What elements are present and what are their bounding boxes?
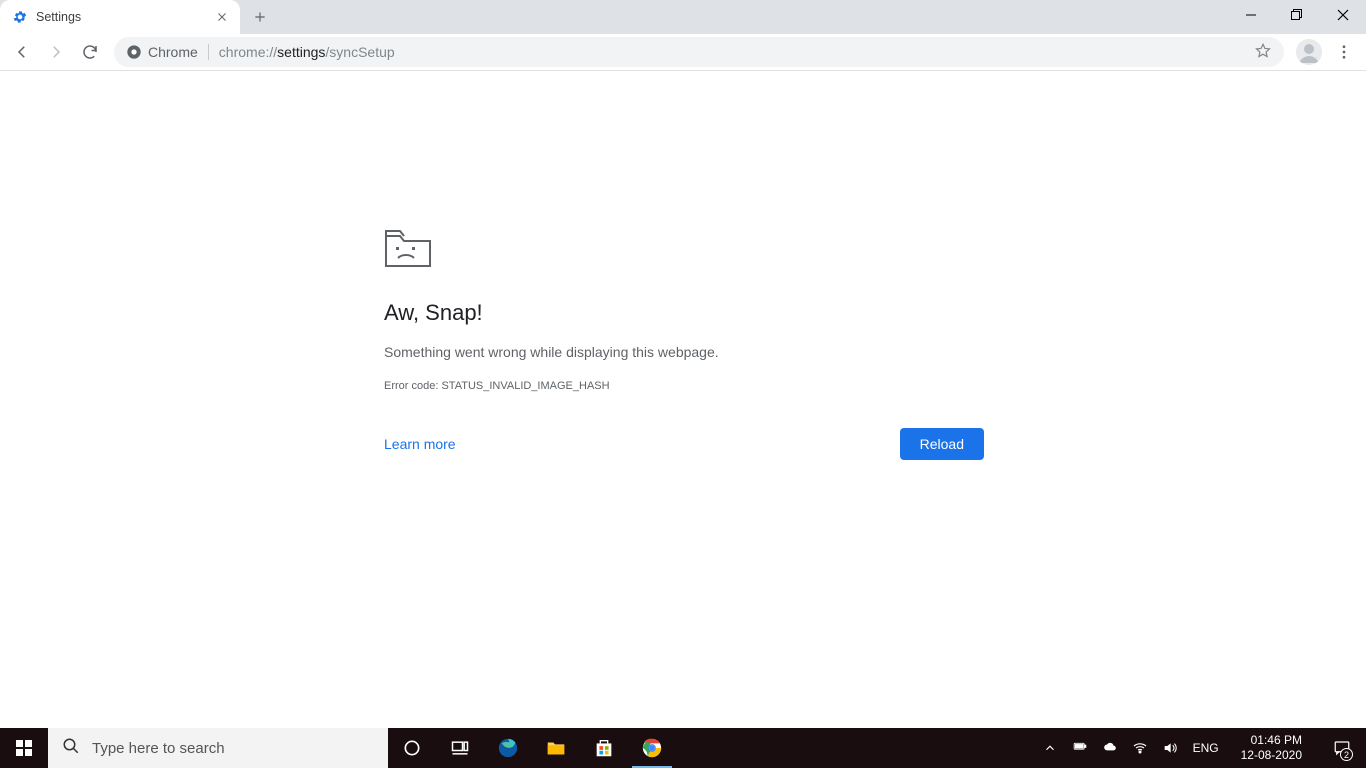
- close-icon[interactable]: [214, 9, 230, 25]
- search-icon: [62, 737, 80, 759]
- error-title: Aw, Snap!: [384, 300, 984, 326]
- page-content: Aw, Snap! Something went wrong while dis…: [0, 71, 1366, 728]
- volume-icon[interactable]: [1161, 739, 1179, 757]
- minimize-button[interactable]: [1228, 0, 1274, 30]
- battery-icon[interactable]: [1071, 739, 1089, 757]
- windows-taskbar: Type here to search: [0, 728, 1366, 768]
- close-window-button[interactable]: [1320, 0, 1366, 30]
- omnibox-separator: [208, 44, 209, 60]
- browser-toolbar: Chrome chrome://settings/syncSetup: [0, 34, 1366, 71]
- new-tab-button[interactable]: [246, 3, 274, 31]
- clock-time: 01:46 PM: [1241, 733, 1302, 748]
- forward-button[interactable]: [40, 36, 72, 68]
- sad-folder-icon: [384, 228, 432, 268]
- language-indicator[interactable]: ENG: [1191, 741, 1221, 755]
- error-message: Something went wrong while displaying th…: [384, 344, 984, 360]
- action-center-icon[interactable]: 2: [1322, 728, 1362, 768]
- reload-page-button[interactable]: Reload: [900, 428, 984, 460]
- profile-avatar[interactable]: [1296, 39, 1322, 65]
- taskbar-search[interactable]: Type here to search: [48, 728, 388, 768]
- window-controls: [1228, 0, 1366, 34]
- learn-more-link[interactable]: Learn more: [384, 436, 456, 452]
- reload-button[interactable]: [74, 36, 106, 68]
- back-button[interactable]: [6, 36, 38, 68]
- microsoft-store-icon[interactable]: [580, 728, 628, 768]
- maximize-button[interactable]: [1274, 0, 1320, 30]
- error-actions: Learn more Reload: [384, 428, 984, 460]
- file-explorer-icon[interactable]: [532, 728, 580, 768]
- wifi-icon[interactable]: [1131, 739, 1149, 757]
- onedrive-icon[interactable]: [1101, 739, 1119, 757]
- gear-icon: [12, 9, 28, 25]
- url-text: chrome://settings/syncSetup: [219, 44, 395, 60]
- address-bar[interactable]: Chrome chrome://settings/syncSetup: [114, 37, 1284, 67]
- chrome-app-icon[interactable]: [628, 728, 676, 768]
- kebab-menu-icon[interactable]: [1328, 36, 1360, 68]
- edge-icon[interactable]: [484, 728, 532, 768]
- browser-titlebar: Settings: [0, 0, 1366, 34]
- bookmark-star-icon[interactable]: [1254, 42, 1272, 63]
- clock[interactable]: 01:46 PM 12-08-2020: [1233, 733, 1310, 763]
- cortana-icon[interactable]: [388, 728, 436, 768]
- browser-tab-active[interactable]: Settings: [0, 0, 240, 34]
- task-view-icon[interactable]: [436, 728, 484, 768]
- site-chip: Chrome: [126, 44, 208, 60]
- chrome-icon: [126, 44, 142, 60]
- site-chip-label: Chrome: [148, 44, 198, 60]
- clock-date: 12-08-2020: [1241, 748, 1302, 763]
- system-tray: ENG 01:46 PM 12-08-2020 2: [1041, 728, 1366, 768]
- notification-badge: 2: [1340, 748, 1353, 761]
- tab-title: Settings: [36, 10, 214, 24]
- start-button[interactable]: [0, 728, 48, 768]
- tray-chevron-up-icon[interactable]: [1041, 739, 1059, 757]
- error-block: Aw, Snap! Something went wrong while dis…: [384, 228, 984, 460]
- error-code: Error code: STATUS_INVALID_IMAGE_HASH: [384, 380, 984, 392]
- taskbar-pinned-apps: [388, 728, 676, 768]
- taskbar-search-placeholder: Type here to search: [92, 740, 225, 757]
